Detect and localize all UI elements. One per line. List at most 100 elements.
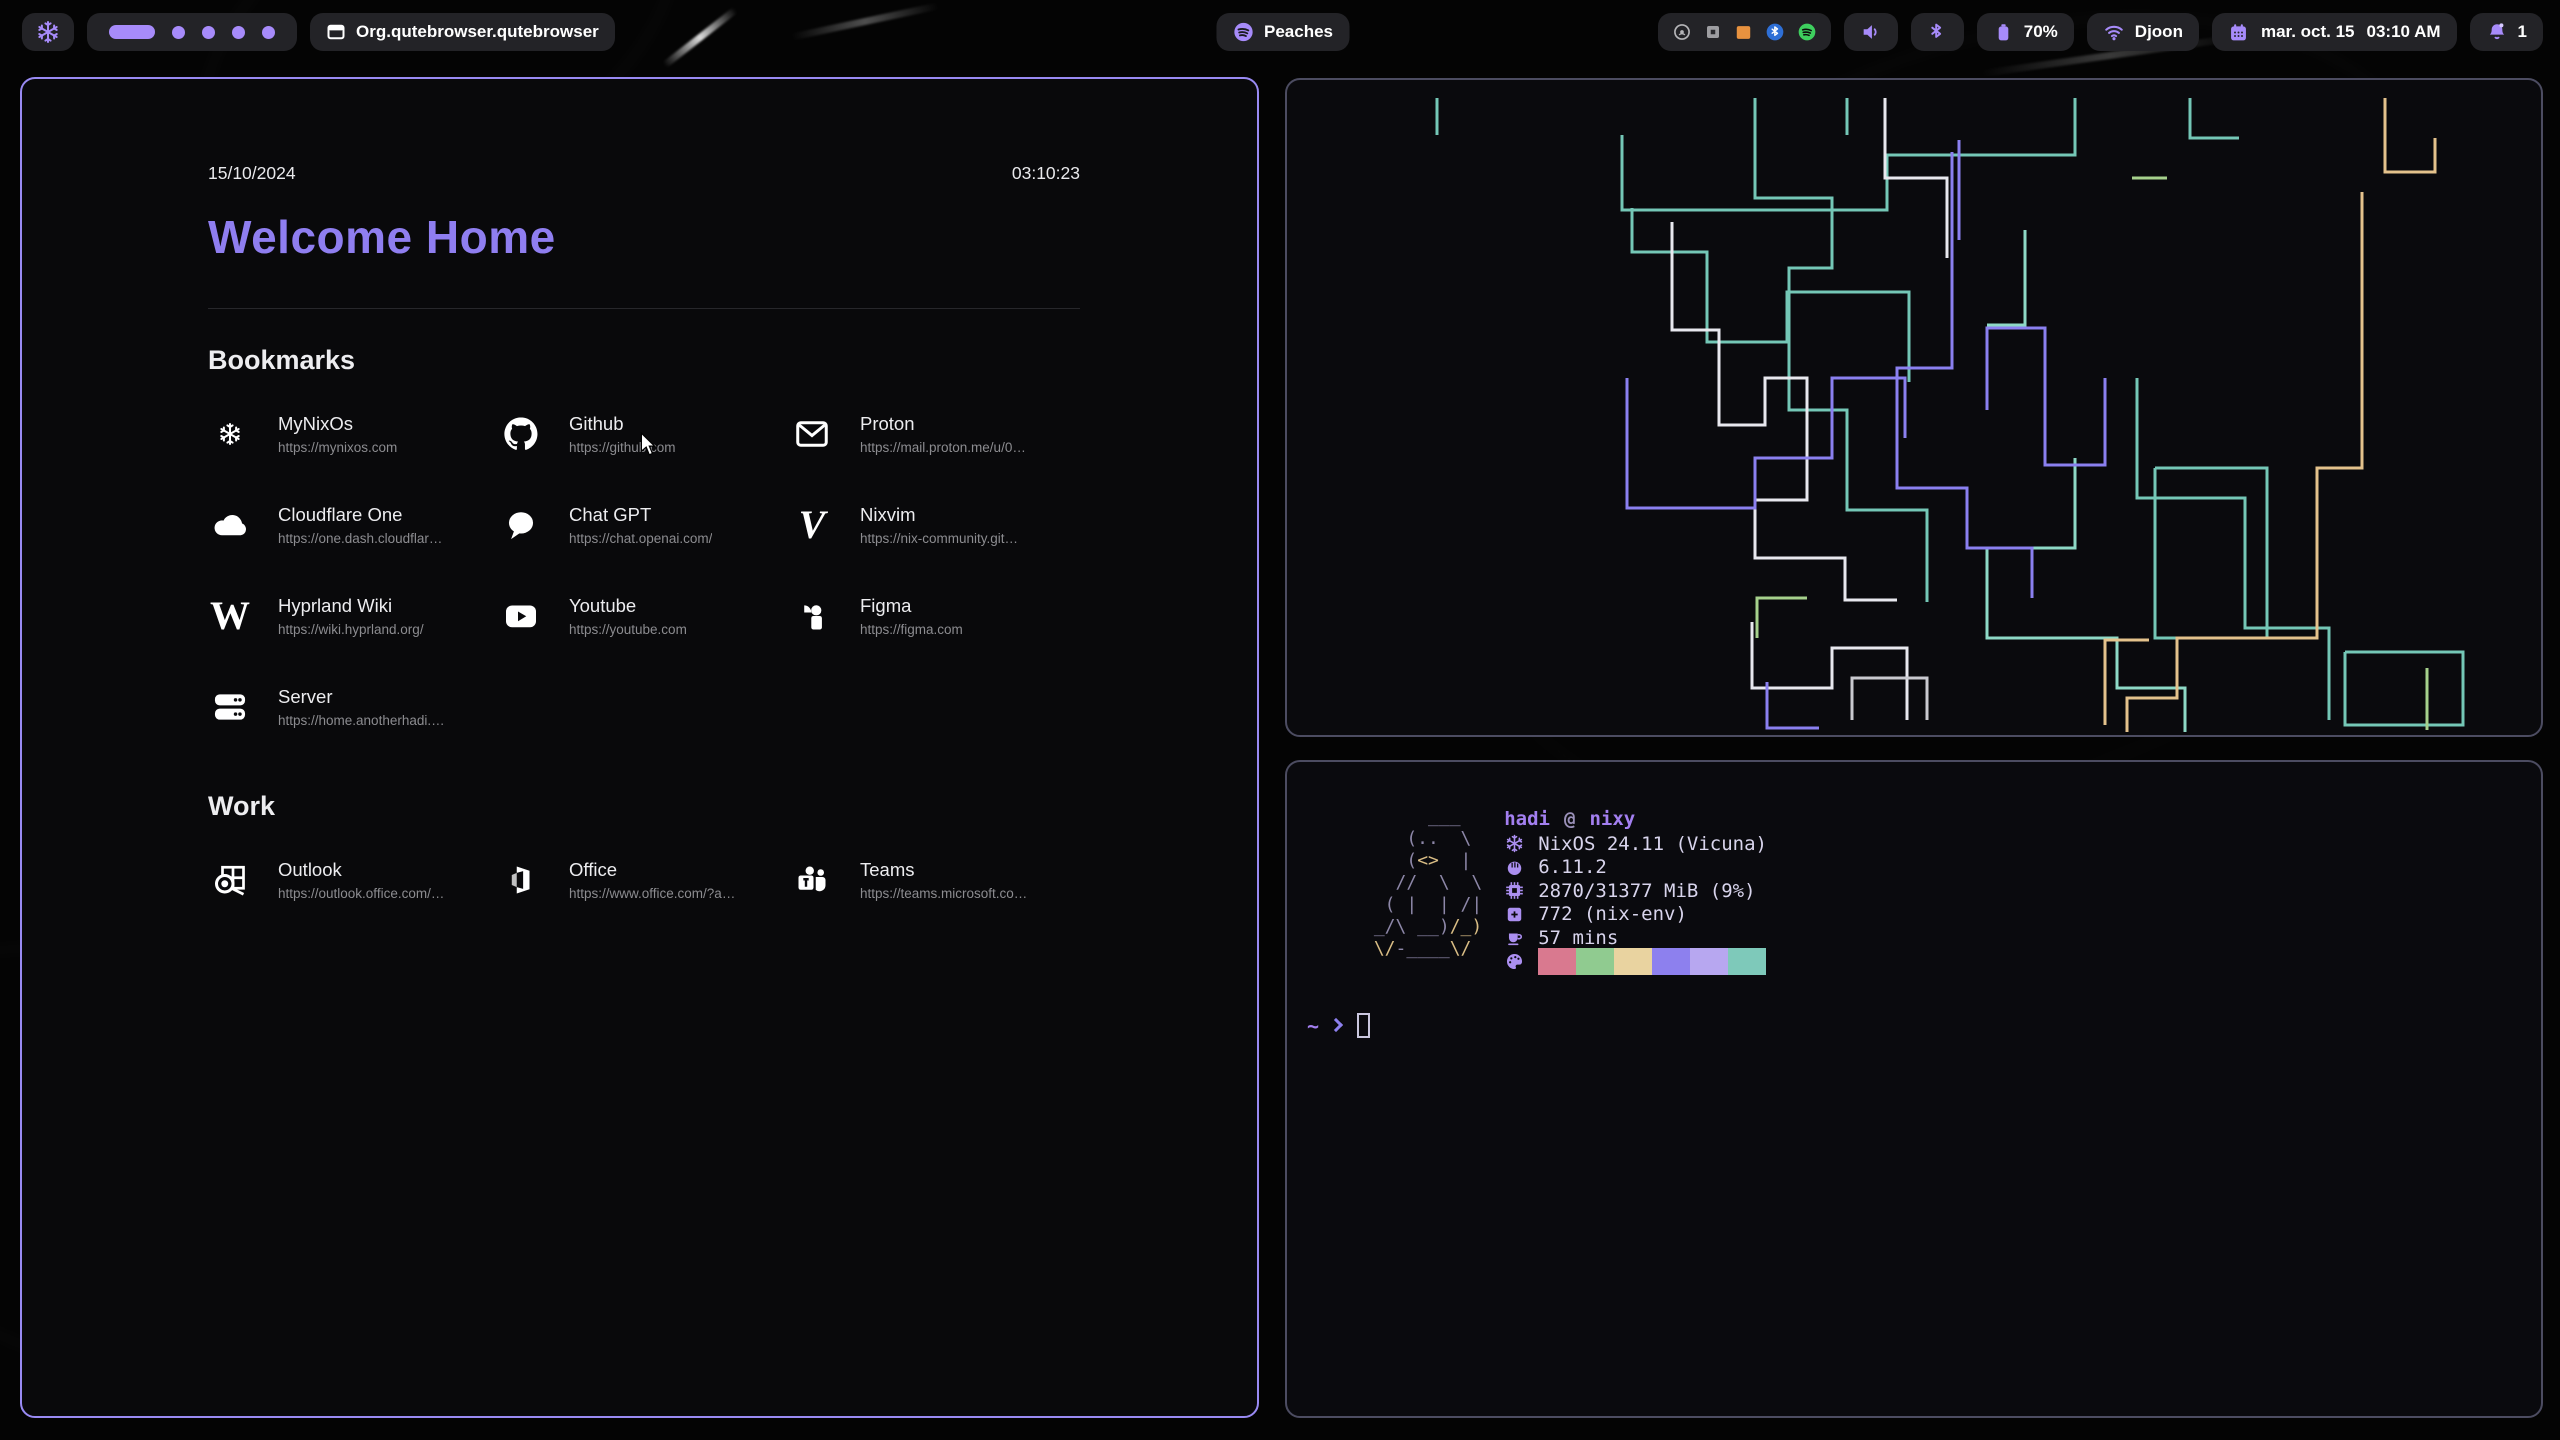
- clock-date: mar. oct. 15: [2261, 22, 2355, 42]
- server-icon: [208, 685, 252, 729]
- memory-entry-value: 2870/31377 MiB (9%): [1538, 880, 1755, 902]
- notification-count: 1: [2518, 22, 2527, 42]
- bookmark-nixvim[interactable]: V Nixvim https://nix-community.git…: [790, 503, 1081, 547]
- wifi-icon: [2103, 21, 2125, 43]
- bookmark-hyprland-wiki[interactable]: WHyprland Wikihttps://wiki.hyprland.org/: [208, 594, 499, 638]
- kernel-entry-value: 6.11.2: [1538, 856, 1607, 878]
- shell-prompt[interactable]: ~: [1307, 1013, 2541, 1038]
- bookmark-figma[interactable]: Figmahttps://figma.com: [790, 594, 1081, 638]
- bookmark-title: Nixvim: [860, 504, 1018, 526]
- bookmark-proton[interactable]: Protonhttps://mail.proton.me/u/0…: [790, 412, 1081, 456]
- cast-tray-icon[interactable]: [1672, 22, 1692, 42]
- bookmark-url: https://youtube.com: [569, 622, 687, 637]
- bookmark-title: MyNixOs: [278, 413, 397, 435]
- pipes-terminal-window[interactable]: [1285, 78, 2543, 737]
- clock-pill[interactable]: mar. oct. 15 03:10 AM: [2212, 13, 2457, 51]
- palette-swatch-4: [1652, 948, 1690, 975]
- uptime-entry-value: 57 mins: [1538, 927, 1618, 949]
- bookmark-mynixos[interactable]: MyNixOshttps://mynixos.com: [208, 412, 499, 456]
- bookmark-title: Youtube: [569, 595, 687, 617]
- folder-tray-icon[interactable]: [1734, 23, 1753, 42]
- user-host-line: hadi@nixy: [1504, 806, 1767, 832]
- media-player-pill[interactable]: Peaches: [1216, 13, 1349, 51]
- bookmark-title: Outlook: [278, 859, 444, 881]
- bookmark-url: https://mail.proton.me/u/0…: [860, 440, 1026, 455]
- bar-right-cluster: 70% Djoon mar. oct. 15 03:10 AM 1: [1658, 13, 2543, 51]
- bookmark-teams[interactable]: Teams https://teams.microsoft.co…: [790, 858, 1081, 902]
- bookmark-chat-gpt[interactable]: Chat GPThttps://chat.openai.com/: [499, 503, 790, 547]
- bookmark-cloudflare-one[interactable]: Cloudflare Onehttps://one.dash.cloudflar…: [208, 503, 499, 547]
- startpage-date: 15/10/2024: [208, 163, 296, 184]
- fastfetch-terminal-window[interactable]: ___ (.. \ (<> | // \ \ ( | | /| _/\ __)/…: [1285, 760, 2543, 1418]
- memory-entry: 2870/31377 MiB (9%): [1504, 879, 1767, 903]
- startpage-header: 15/10/2024 03:10:23: [208, 163, 1080, 184]
- spotify-tray-icon[interactable]: [1797, 22, 1817, 42]
- uptime-entry: 57 mins: [1504, 926, 1767, 950]
- bookmark-url: https://outlook.office.com/…: [278, 886, 444, 901]
- os-entry: NixOS 24.11 (Vicuna): [1504, 832, 1767, 856]
- qutebrowser-window[interactable]: 15/10/2024 03:10:23 Welcome Home Bookmar…: [20, 77, 1259, 1418]
- pipes-screensaver: [1287, 80, 2541, 735]
- bell-icon: [2486, 21, 2508, 43]
- bookmark-url: https://nix-community.git…: [860, 531, 1018, 546]
- palette-swatch-2: [1576, 948, 1614, 975]
- fetch-host: nixy: [1589, 808, 1635, 830]
- workspace-1-active[interactable]: [109, 25, 155, 39]
- workspace-4[interactable]: [232, 26, 245, 39]
- palette-swatch-3: [1614, 948, 1652, 975]
- bookmark-title: Hyprland Wiki: [278, 595, 424, 617]
- work-grid: Outlook https://outlook.office.com/… Offic…: [208, 858, 1080, 902]
- bookmark-server[interactable]: Serverhttps://home.anotherhadi.…: [208, 685, 499, 729]
- network-indicator[interactable]: Djoon: [2087, 13, 2199, 51]
- kernel-icon: [1504, 858, 1524, 877]
- bookmark-url: https://chat.openai.com/: [569, 531, 712, 546]
- divider: [208, 308, 1080, 309]
- fetch-at: @: [1564, 808, 1575, 830]
- palette-swatch-6: [1728, 948, 1766, 975]
- workspace-3[interactable]: [202, 26, 215, 39]
- section-heading-bookmarks: Bookmarks: [208, 345, 1080, 376]
- figma-icon: [790, 594, 834, 638]
- vault-tray-icon[interactable]: [1704, 23, 1722, 41]
- workspace-5[interactable]: [262, 26, 275, 39]
- os-entry-value: NixOS 24.11 (Vicuna): [1538, 833, 1767, 855]
- bookmark-url: https://github.com: [569, 440, 676, 455]
- office-icon: [499, 858, 543, 902]
- battery-indicator[interactable]: 70%: [1977, 13, 2074, 51]
- bar-left-cluster: Org.qutebrowser.qutebrowser: [22, 13, 615, 51]
- tux-ascii-art: ___ (.. \ (<> | // \ \ ( | | /| _/\ __)/…: [1363, 806, 1482, 973]
- workspace-2[interactable]: [172, 26, 185, 39]
- window-icon: [326, 22, 346, 42]
- kernel-entry: 6.11.2: [1504, 856, 1767, 880]
- battery-percent: 70%: [2024, 22, 2058, 42]
- palette-icon: [1504, 952, 1524, 971]
- youtube-icon: [499, 594, 543, 638]
- packages-entry: 772 (nix-env): [1504, 903, 1767, 927]
- volume-button[interactable]: [1844, 13, 1898, 51]
- bluetooth-button[interactable]: [1911, 13, 1964, 51]
- notifications-pill[interactable]: 1: [2470, 13, 2543, 51]
- terminal-cursor: [1357, 1013, 1370, 1038]
- bluetooth-tray-icon[interactable]: [1765, 22, 1785, 42]
- bookmark-url: https://wiki.hyprland.org/: [278, 622, 424, 637]
- cloud-icon: [208, 503, 252, 547]
- bookmark-youtube[interactable]: Youtube https://youtube.com: [499, 594, 790, 638]
- media-track-label: Peaches: [1264, 22, 1333, 42]
- memory-icon: [1504, 881, 1524, 900]
- nixos-icon: [208, 412, 252, 456]
- nixos-launcher-button[interactable]: [22, 13, 74, 51]
- terminal-color-palette: [1538, 948, 1766, 975]
- window-title-label: Org.qutebrowser.qutebrowser: [356, 22, 599, 42]
- calendar-icon: [2228, 22, 2249, 43]
- nixvim-icon: V: [790, 503, 834, 547]
- bookmark-url: https://teams.microsoft.co…: [860, 886, 1027, 901]
- bookmark-outlook[interactable]: Outlook https://outlook.office.com/…: [208, 858, 499, 902]
- bookmark-title: Office: [569, 859, 735, 881]
- bookmark-title: Cloudflare One: [278, 504, 442, 526]
- mail-icon: [790, 412, 834, 456]
- bookmark-office[interactable]: Officehttps://www.office.com/?a…: [499, 858, 790, 902]
- workspace-indicator[interactable]: [87, 13, 297, 51]
- prompt-chevron-icon: [1329, 1017, 1343, 1031]
- palette-line: [1504, 950, 1767, 974]
- bookmark-title: Teams: [860, 859, 1027, 881]
